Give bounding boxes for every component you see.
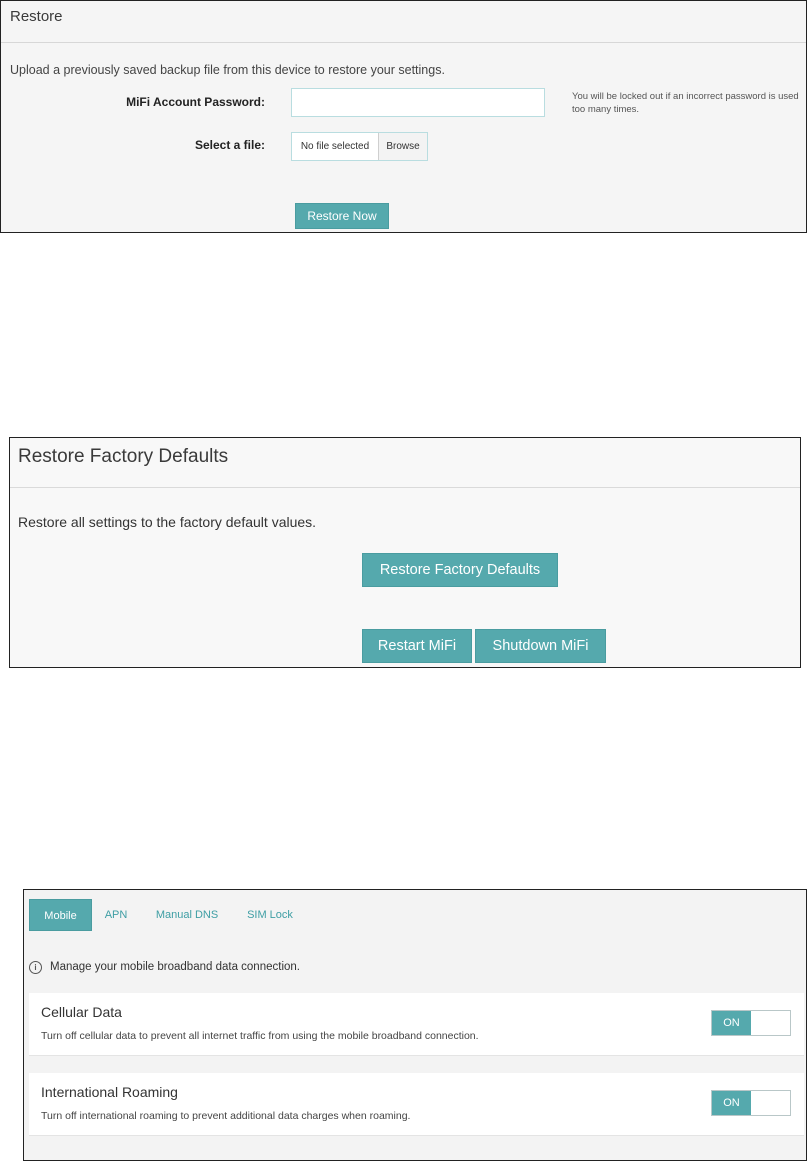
tab-manual-dns[interactable]: Manual DNS	[146, 899, 228, 931]
restore-panel: Restore Upload a previously saved backup…	[0, 0, 807, 233]
cellular-data-toggle[interactable]: ON	[711, 1010, 791, 1036]
international-roaming-title: International Roaming	[41, 1084, 178, 1100]
restore-now-button[interactable]: Restore Now	[295, 203, 389, 229]
file-label: Select a file:	[194, 138, 265, 152]
tab-apn[interactable]: APN	[96, 899, 136, 931]
divider	[10, 487, 800, 488]
toggle-state: ON	[712, 1011, 751, 1035]
factory-title: Restore Factory Defaults	[18, 446, 229, 467]
password-input[interactable]	[291, 88, 545, 117]
tab-sim-lock[interactable]: SIM Lock	[240, 899, 300, 931]
info-text: Manage your mobile broadband data connec…	[50, 961, 300, 973]
factory-defaults-panel: Restore Factory Defaults Restore all set…	[9, 437, 801, 668]
tab-mobile[interactable]: Mobile	[29, 899, 92, 931]
file-status: No file selected	[292, 133, 379, 160]
cellular-data-card: Cellular Data Turn off cellular data to …	[29, 993, 804, 1056]
restore-factory-defaults-button[interactable]: Restore Factory Defaults	[362, 553, 558, 587]
shutdown-mifi-button[interactable]: Shutdown MiFi	[475, 629, 606, 663]
file-picker[interactable]: No file selected Browse	[291, 132, 428, 161]
international-roaming-description: Turn off international roaming to preven…	[41, 1110, 411, 1122]
mobile-panel: Mobile APN Manual DNS SIM Lock i Manage …	[23, 889, 807, 1161]
factory-description: Restore all settings to the factory defa…	[18, 514, 317, 530]
restore-description: Upload a previously saved backup file fr…	[10, 63, 445, 77]
cellular-data-description: Turn off cellular data to prevent all in…	[41, 1030, 479, 1042]
restart-mifi-button[interactable]: Restart MiFi	[362, 629, 472, 663]
password-label: MiFi Account Password:	[126, 95, 265, 109]
info-icon: i	[29, 961, 42, 974]
lockout-note: You will be locked out if an incorrect p…	[572, 91, 799, 115]
restore-title: Restore	[10, 8, 63, 25]
international-roaming-card: International Roaming Turn off internati…	[29, 1073, 804, 1136]
cellular-data-title: Cellular Data	[41, 1004, 122, 1020]
divider	[1, 42, 806, 43]
toggle-state: ON	[712, 1091, 751, 1115]
international-roaming-toggle[interactable]: ON	[711, 1090, 791, 1116]
browse-button[interactable]: Browse	[379, 133, 427, 160]
